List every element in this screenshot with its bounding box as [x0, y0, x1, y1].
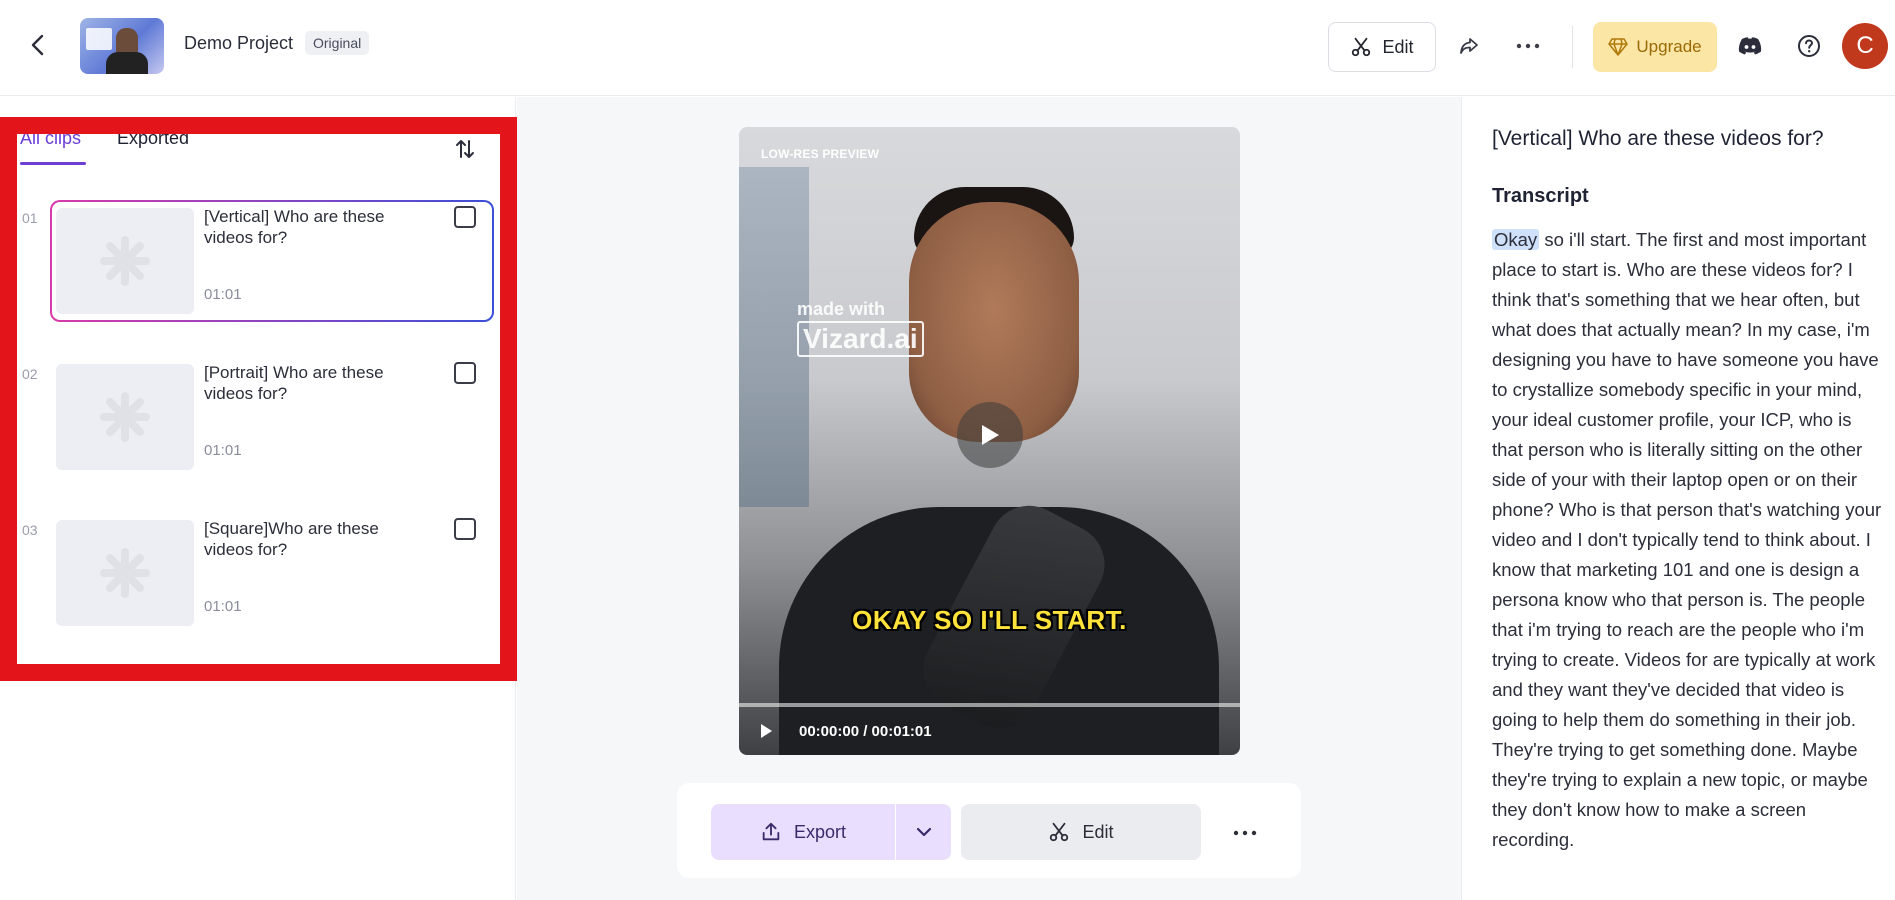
action-bar: Export Edit [677, 783, 1301, 878]
chevron-down-icon [916, 827, 931, 837]
help-circle-icon [1798, 35, 1820, 57]
edit-clip-label: Edit [1082, 821, 1114, 842]
share-icon [1460, 38, 1478, 54]
more-horizontal-icon [1516, 43, 1540, 49]
top-bar: Demo Project Original Edit Upgrade C [0, 0, 1895, 96]
upload-icon [762, 822, 780, 841]
discord-button[interactable] [1734, 30, 1766, 62]
clip-heading: [Vertical] Who are these videos for? [1492, 127, 1824, 150]
watermark-brand: Vizard.ai [797, 321, 924, 357]
project-thumbnail[interactable] [80, 18, 164, 74]
play-icon [982, 425, 999, 445]
highlight-box [0, 117, 517, 681]
project-title: Demo Project [184, 33, 294, 53]
export-button[interactable]: Export [711, 804, 895, 860]
discord-icon [1738, 37, 1762, 55]
upgrade-label: Upgrade [1636, 37, 1702, 56]
watermark-made-with: made with [797, 299, 886, 319]
edit-label: Edit [1382, 36, 1414, 57]
export-dropdown-button[interactable] [896, 804, 951, 860]
timecode: 00:00:00 / 00:01:01 [799, 723, 932, 740]
video-caption: OKAY SO I'LL START. [852, 605, 1127, 635]
edit-clip-button[interactable]: Edit [961, 804, 1201, 860]
divider [1572, 26, 1573, 68]
clip-more-button[interactable] [1227, 815, 1263, 851]
video-player[interactable]: LOW-RES PREVIEW made with Vizard.ai OKAY… [739, 127, 1240, 755]
user-avatar[interactable]: C [1842, 23, 1888, 69]
more-horizontal-icon [1233, 830, 1257, 836]
more-options-button[interactable] [1512, 30, 1544, 62]
export-label: Export [793, 821, 847, 842]
upgrade-button[interactable]: Upgrade [1593, 22, 1717, 72]
back-button[interactable] [22, 30, 52, 60]
play-overlay-button[interactable] [957, 402, 1023, 468]
transcript-heading: Transcript [1492, 185, 1589, 207]
scissors-icon [1352, 37, 1371, 57]
transcript-panel: [Vertical] Who are these videos for? Tra… [1461, 97, 1895, 900]
play-control-button[interactable] [759, 723, 775, 739]
low-res-preview-label: LOW-RES PREVIEW [761, 147, 880, 161]
original-badge: Original [305, 31, 370, 55]
chevron-left-icon [31, 34, 44, 56]
help-button[interactable] [1793, 30, 1825, 62]
transcript-rest: so i'll start. The first and most import… [1492, 229, 1882, 850]
play-icon [761, 724, 772, 738]
video-progress-bar[interactable] [739, 703, 1240, 707]
edit-button[interactable]: Edit [1328, 22, 1436, 72]
share-button[interactable] [1453, 30, 1485, 62]
scissors-icon [1050, 822, 1069, 842]
diamond-icon [1608, 38, 1629, 56]
transcript-text[interactable]: Okay so i'll start. The first and most i… [1492, 225, 1884, 855]
highlighted-word[interactable]: Okay [1492, 229, 1540, 250]
